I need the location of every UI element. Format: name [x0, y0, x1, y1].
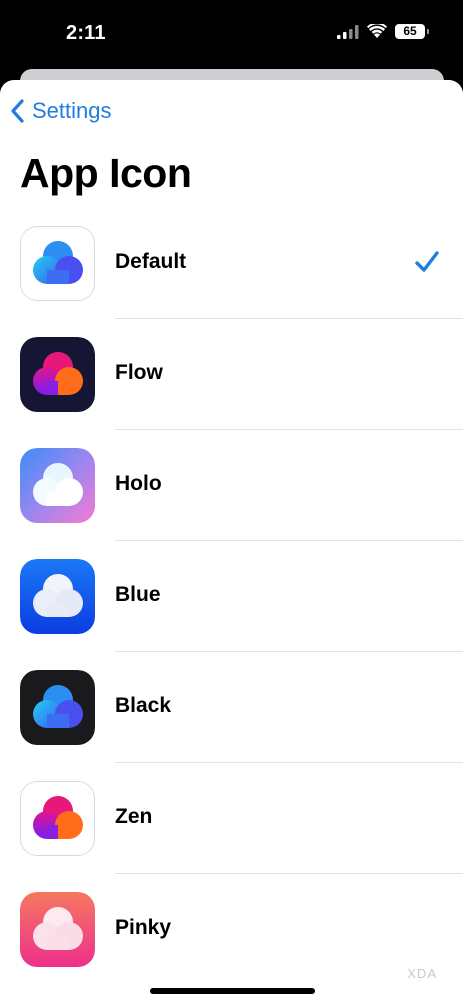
row-divider [115, 651, 463, 652]
checkmark-icon [415, 251, 439, 272]
battery-level: 65 [403, 24, 417, 38]
app-icon-option-flow[interactable]: Flow [0, 337, 463, 448]
wifi-icon [367, 24, 387, 38]
battery-icon: 65 [395, 24, 429, 39]
watermark-logo: XDA [407, 966, 437, 981]
option-label: Blue [115, 583, 161, 606]
row-divider [115, 429, 463, 430]
chevron-left-icon [11, 99, 24, 123]
option-label: Holo [115, 472, 162, 495]
holo-app-icon [20, 448, 95, 523]
app-icon-option-zen[interactable]: Zen [0, 781, 463, 892]
row-divider [115, 318, 463, 319]
flow-app-icon [20, 337, 95, 412]
page-title: App Icon [20, 150, 192, 196]
cellular-signal-icon [337, 24, 359, 39]
app-icon-option-default[interactable]: Default [0, 226, 463, 337]
option-label: Zen [115, 805, 153, 828]
default-app-icon [20, 226, 95, 301]
app-icon-option-holo[interactable]: Holo [0, 448, 463, 559]
pinky-app-icon [20, 892, 95, 967]
option-label: Black [115, 694, 172, 717]
option-label: Default [115, 250, 187, 273]
row-divider [115, 873, 463, 874]
option-label: Flow [115, 361, 163, 384]
app-icon-option-pinky[interactable]: Pinky [0, 892, 463, 1003]
status-icons: 65 [337, 24, 429, 39]
row-divider [115, 762, 463, 763]
app-icon-list: Default Flow Holo Blue Black Zen Pinky [0, 226, 463, 1003]
status-bar: 2:11 65 [0, 0, 463, 70]
black-app-icon [20, 670, 95, 745]
blue-app-icon [20, 559, 95, 634]
zen-app-icon [20, 781, 95, 856]
status-time: 2:11 [66, 22, 106, 44]
option-label: Pinky [115, 916, 172, 939]
row-divider [115, 540, 463, 541]
back-button[interactable]: Settings [10, 98, 112, 124]
back-button-label: Settings [32, 98, 112, 123]
app-icon-option-blue[interactable]: Blue [0, 559, 463, 670]
app-icon-option-black[interactable]: Black [0, 670, 463, 781]
settings-sheet: Settings App Icon Default Flow Holo Blue… [0, 80, 463, 1004]
home-indicator[interactable] [150, 988, 315, 994]
